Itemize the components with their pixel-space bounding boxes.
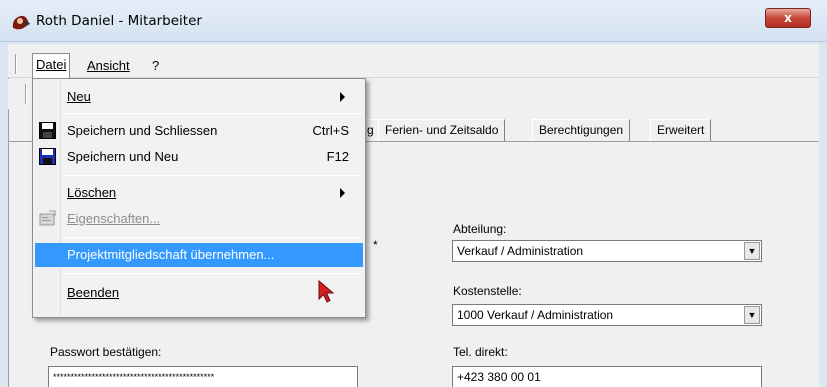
title-bar: Roth Daniel - Mitarbeiter x — [0, 0, 827, 42]
menu-item-eigenschaften[interactable]: Eigenschaften... — [35, 207, 363, 231]
passwort-bestaetigen-label: Passwort bestätigen: — [50, 345, 162, 359]
menu-datei[interactable]: Datei — [32, 53, 71, 79]
tab-erweitert[interactable]: Erweitert — [650, 119, 712, 141]
tab-partial-label: g — [367, 123, 374, 137]
tab-erweitert-label: Erweitert — [657, 123, 705, 137]
menu-separator — [65, 113, 361, 114]
passwort-bestaetigen-field[interactable]: ****************************************… — [48, 366, 358, 387]
menu-grip — [15, 54, 17, 74]
window-title: Roth Daniel - Mitarbeiter — [36, 13, 202, 29]
toolbar-grip — [25, 84, 27, 104]
tab-berechtigungen-label: Berechtigungen — [539, 123, 624, 137]
kostenstelle-label: Kostenstelle: — [453, 284, 522, 298]
menu-item-speichern-neu[interactable]: Speichern und Neu F12 — [35, 145, 363, 169]
menu-ansicht-label: Ansicht — [87, 58, 130, 73]
menu-item-beenden-label: Beenden — [67, 285, 120, 300]
tab-ferien-zeitsaldo[interactable]: Ferien- und Zeitsaldo — [378, 119, 506, 141]
close-button[interactable]: x — [765, 8, 811, 28]
mouse-cursor-icon — [318, 280, 335, 303]
tab-ferien-zeitsaldo-label: Ferien- und Zeitsaldo — [385, 123, 499, 137]
tel-direkt-field[interactable]: +423 380 00 01 — [452, 366, 762, 387]
menu-item-speichern-neu-label: Speichern und Neu — [67, 149, 179, 164]
menu-item-loeschen[interactable]: Löschen — [35, 181, 363, 205]
menu-separator — [65, 273, 361, 274]
menu-separator — [65, 175, 361, 176]
required-marker: * — [373, 238, 378, 252]
menu-help-label: ? — [152, 58, 160, 73]
menu-item-speichern-schliessen[interactable]: Speichern und Schliessen Ctrl+S — [35, 119, 363, 143]
chevron-down-icon[interactable]: ▼ — [744, 306, 760, 324]
tel-direkt-value: +423 380 00 01 — [457, 370, 541, 384]
window: Roth Daniel - Mitarbeiter x Datei Ansich… — [0, 0, 827, 387]
menu-item-loeschen-label: Löschen — [67, 185, 117, 200]
abteilung-label: Abteilung: — [453, 222, 507, 236]
menu-datei-label: Datei — [36, 57, 67, 72]
menu-item-neu[interactable]: Neu — [35, 85, 363, 109]
menu-item-neu-label: Neu — [67, 89, 91, 104]
menu-ansicht[interactable]: Ansicht — [84, 56, 133, 75]
properties-icon — [39, 210, 56, 226]
menu-item-eigenschaften-label: Eigenschaften... — [67, 211, 161, 226]
menu-item-projektmitgliedschaft-label: Projektmitgliedschaft übernehmen... — [67, 247, 275, 262]
tel-direkt-label: Tel. direkt: — [453, 345, 508, 359]
menu-separator — [65, 237, 361, 238]
submenu-arrow-icon — [340, 92, 345, 102]
menu-item-beenden[interactable]: Beenden — [35, 281, 363, 305]
shortcut-f12: F12 — [326, 149, 349, 164]
datei-menu: Neu Speichern und Schliessen Ctrl+S Spei… — [32, 78, 366, 318]
menu-item-speichern-schliessen-label: Speichern und Schliessen — [67, 123, 218, 138]
floppy-disk-icon — [39, 122, 56, 139]
menu-help[interactable]: ? — [149, 56, 162, 75]
abteilung-select[interactable]: Verkauf / Administration ▼ — [452, 240, 762, 262]
tab-berechtigungen[interactable]: Berechtigungen — [532, 119, 631, 141]
chevron-down-icon[interactable]: ▼ — [744, 242, 760, 260]
submenu-arrow-icon — [340, 188, 345, 198]
menu-item-projektmitgliedschaft[interactable]: Projektmitgliedschaft übernehmen... — [35, 243, 363, 267]
kostenstelle-select[interactable]: 1000 Verkauf / Administration ▼ — [452, 304, 762, 326]
floppy-disk-icon — [39, 148, 56, 165]
kostenstelle-value: 1000 Verkauf / Administration — [457, 308, 614, 322]
abteilung-value: Verkauf / Administration — [457, 244, 584, 258]
passwort-value: ****************************************… — [53, 372, 215, 382]
shortcut-ctrl-s: Ctrl+S — [312, 123, 349, 138]
mitarbeiter-app-icon — [12, 15, 30, 30]
